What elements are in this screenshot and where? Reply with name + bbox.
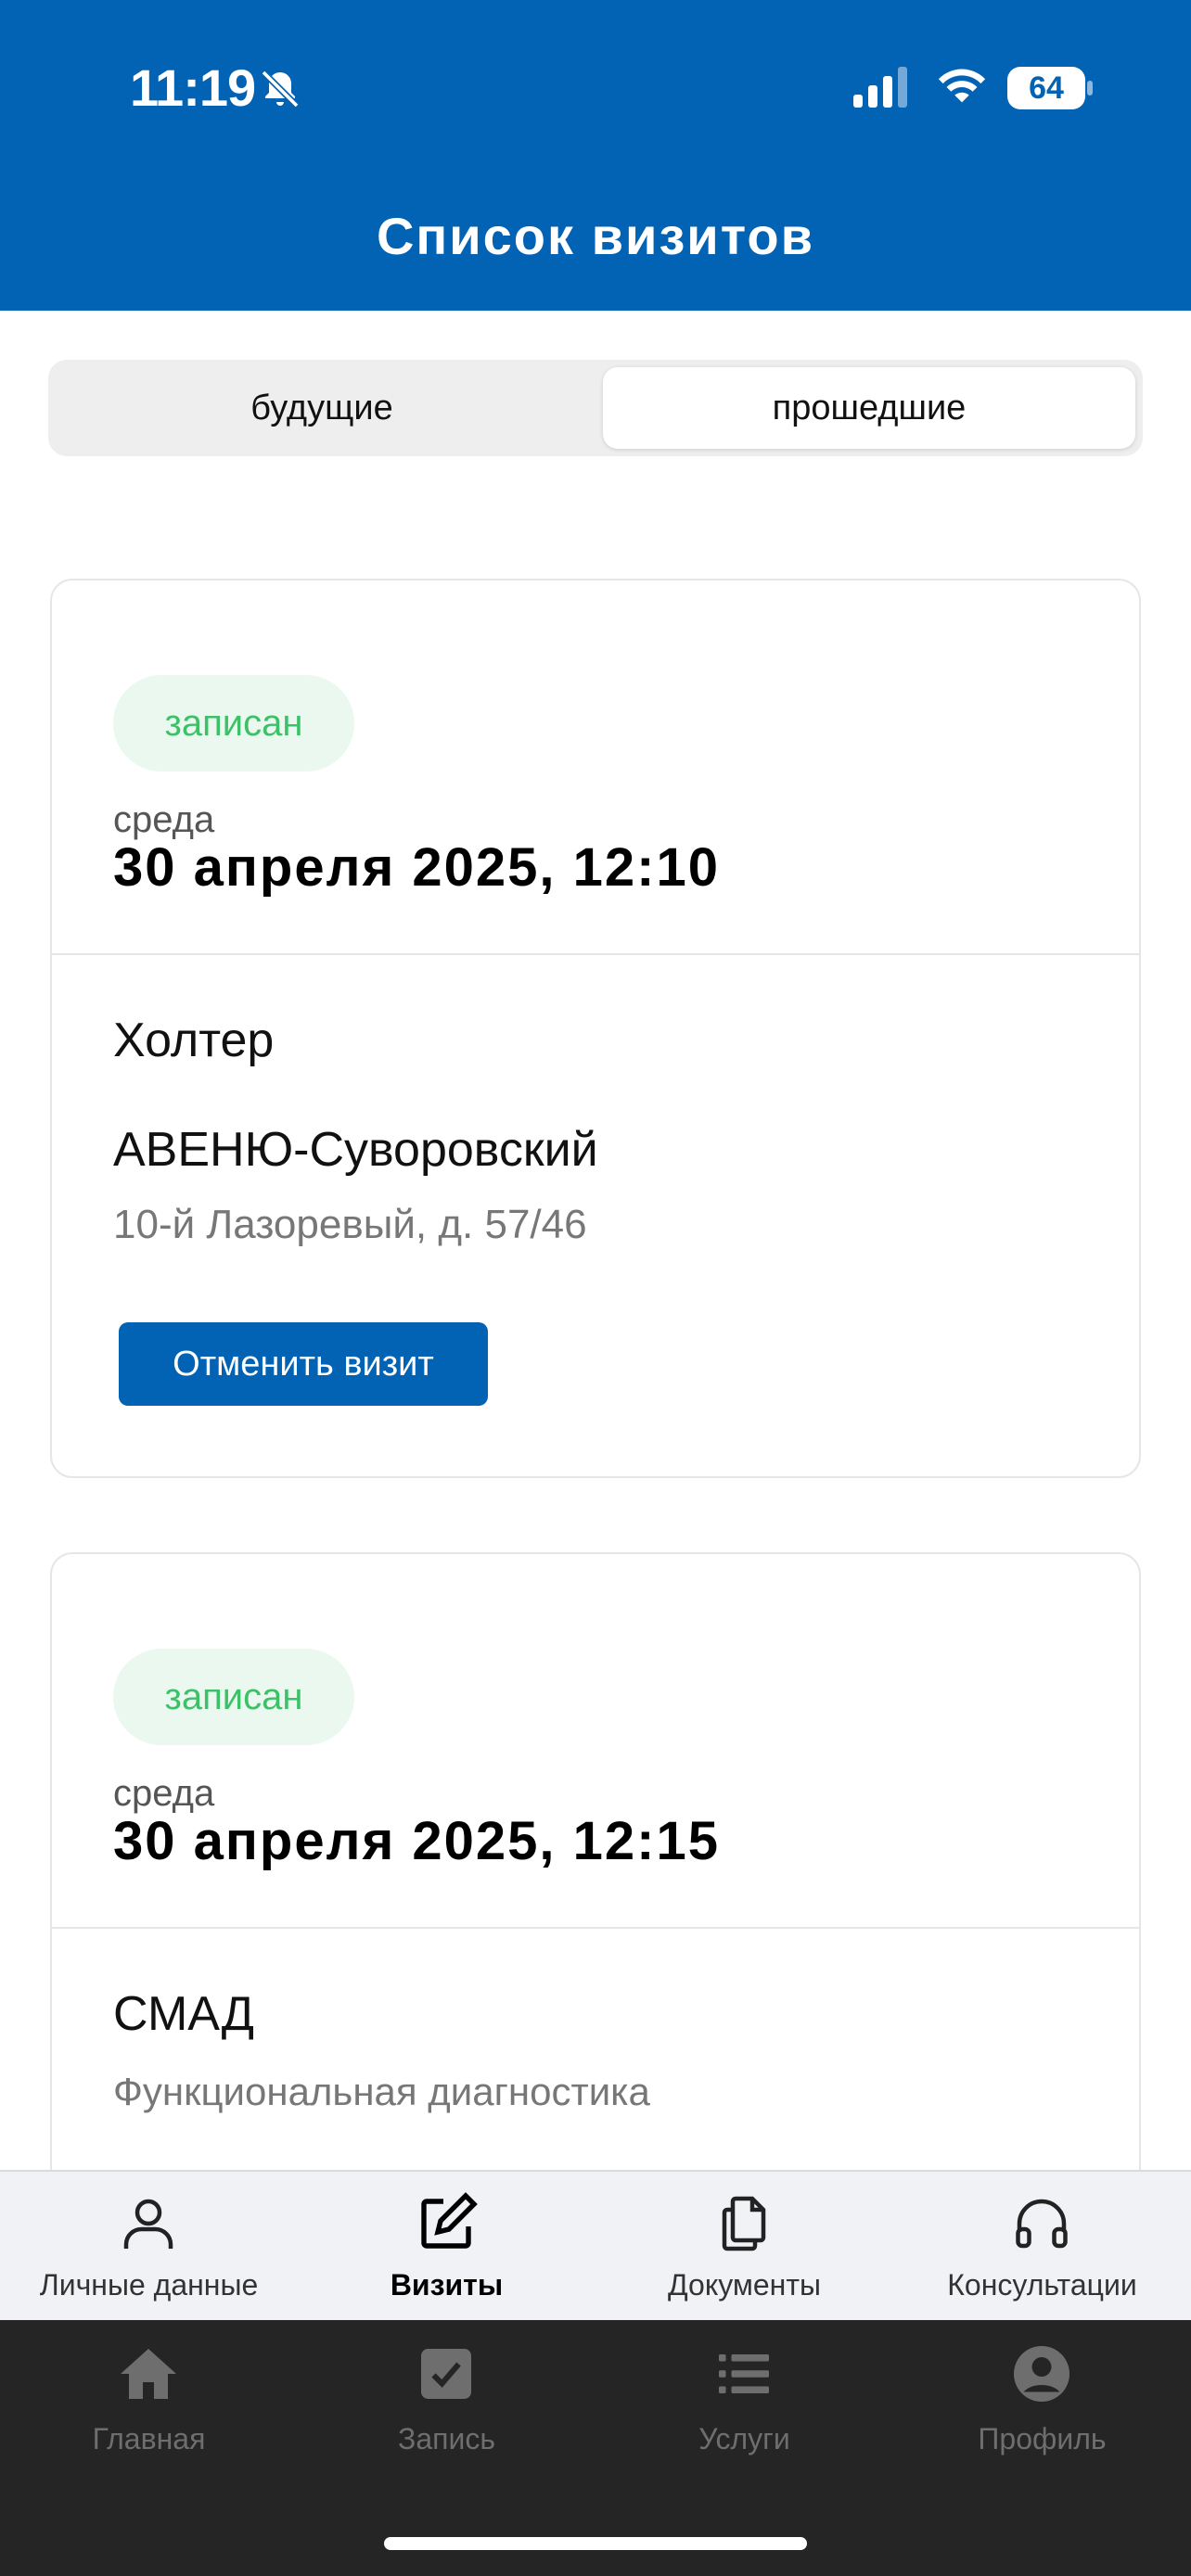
battery-tip — [1087, 81, 1093, 96]
person-icon — [123, 2199, 173, 2249]
tab-label: Консультации — [947, 2268, 1137, 2302]
header: 11:19 64 Список визитов — [0, 0, 1191, 311]
tab-documents[interactable]: Документы — [596, 2172, 893, 2322]
tab-label: Документы — [668, 2268, 821, 2302]
profile-icon — [1014, 2346, 1069, 2402]
visit-service-category: Функциональная диагностика — [113, 2070, 650, 2113]
visit-service: СМАД — [113, 1987, 254, 2041]
visit-weekday: среда — [113, 799, 215, 840]
card-divider — [52, 1927, 1139, 1929]
home-icon — [121, 2349, 176, 2399]
wifi-icon — [938, 69, 986, 103]
visit-service: Холтер — [113, 1014, 275, 1067]
tab-label: Главная — [92, 2422, 206, 2455]
section-tab-bar: Личные данные Визиты Документы Консульта… — [0, 2170, 1191, 2320]
signal-icon — [853, 67, 907, 108]
visit-clinic: АВЕНЮ-Суворовский — [113, 1123, 598, 1177]
visit-datetime: 30 апреля 2025, 12:15 — [113, 1811, 721, 1871]
tab-label: Визиты — [390, 2268, 504, 2302]
tab-services[interactable]: Услуги — [596, 2320, 893, 2496]
tab-personal-data[interactable]: Личные данные — [0, 2172, 298, 2322]
documents-icon — [722, 2196, 766, 2251]
tab-label: Профиль — [978, 2422, 1107, 2455]
bell-muted-icon — [261, 70, 300, 108]
tab-consultations[interactable]: Консультации — [893, 2172, 1191, 2322]
screen: 11:19 64 Список визитов будущие прошедши… — [0, 0, 1191, 2576]
status-time: 11:19 — [130, 58, 256, 117]
cancel-visit-button[interactable]: Отменить визит — [119, 1322, 488, 1406]
list-icon — [719, 2354, 769, 2393]
tab-label: Личные данные — [39, 2268, 259, 2302]
visit-datetime: 30 апреля 2025, 12:10 — [113, 837, 721, 898]
tab-label: Запись — [398, 2422, 495, 2455]
tab-visits[interactable]: Визиты — [298, 2172, 596, 2322]
page-title: Список визитов — [376, 207, 815, 265]
home-indicator[interactable] — [384, 2537, 807, 2550]
tab-label: Услуги — [698, 2422, 790, 2455]
visit-address: 10-й Лазоревый, д. 57/46 — [113, 1202, 587, 1247]
battery-level: 64 — [1029, 70, 1064, 106]
tab-profile[interactable]: Профиль — [893, 2320, 1191, 2496]
main-tab-bar: Главная Запись Услуги Профиль — [0, 2320, 1191, 2576]
tab-past[interactable]: прошедшие — [603, 367, 1135, 449]
edit-icon — [421, 2192, 478, 2249]
visit-weekday: среда — [113, 1773, 215, 1814]
battery-icon: 64 — [1007, 67, 1093, 109]
visit-card[interactable]: записан среда 30 апреля 2025, 12:10 Холт… — [50, 579, 1141, 1478]
card-divider — [52, 953, 1139, 955]
visits-segmented-control: будущие прошедшие — [48, 360, 1143, 456]
status-badge: записан — [113, 675, 354, 772]
tab-future[interactable]: будущие — [48, 360, 596, 456]
status-badge: записан — [113, 1649, 354, 1745]
tab-home[interactable]: Главная — [0, 2320, 298, 2496]
tab-booking[interactable]: Запись — [298, 2320, 596, 2496]
checkbox-icon — [421, 2349, 471, 2399]
headphones-icon — [1016, 2199, 1068, 2249]
